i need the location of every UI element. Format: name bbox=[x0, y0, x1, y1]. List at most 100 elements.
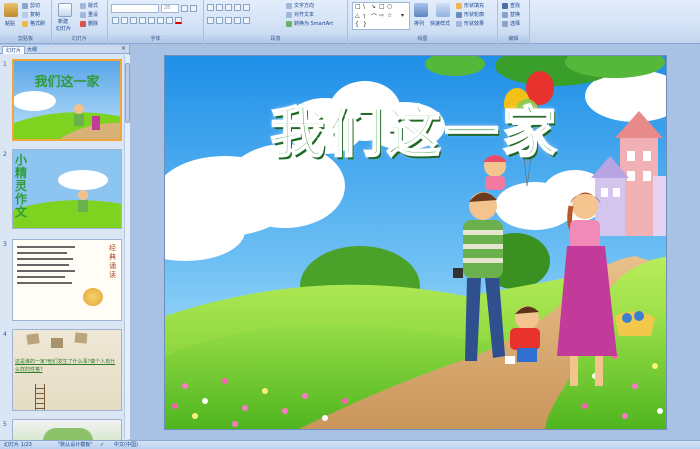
new-slide-button-line2[interactable]: 幻灯片 bbox=[56, 25, 71, 32]
replace-button[interactable]: 替换 bbox=[502, 11, 520, 18]
slide-4-photo-3 bbox=[74, 332, 88, 344]
format-painter-button[interactable]: 格式刷 bbox=[22, 20, 45, 27]
paragraph-group: 文字方向 对齐文本 转换为 SmartArt 段落 bbox=[204, 0, 348, 44]
increase-indent-icon[interactable] bbox=[234, 4, 241, 11]
cut-button[interactable]: 剪切 bbox=[22, 2, 40, 9]
new-slide-button[interactable]: 新建 bbox=[58, 18, 68, 25]
find-button[interactable]: 查找 bbox=[502, 2, 520, 9]
drawing-group: □ \ ↘ □ ○ △ ┐ ⌒ ⇨ ☆ { } ▾ 排列 快速样式 形状填充 形… bbox=[348, 0, 498, 44]
slide-thumbnail-5[interactable] bbox=[12, 419, 122, 440]
slide-counter: 幻灯片 1/23 bbox=[4, 442, 32, 448]
cursor-icon bbox=[502, 20, 508, 27]
justify-icon[interactable] bbox=[234, 17, 241, 24]
rectangle-shape-icon[interactable]: □ bbox=[355, 3, 361, 10]
tab-outline[interactable]: 大纲 bbox=[24, 46, 40, 54]
text-direction-button[interactable]: 文字方向 bbox=[286, 2, 314, 9]
curve-shape-icon[interactable]: ⌒ bbox=[371, 12, 377, 21]
select-button[interactable]: 选择 bbox=[502, 20, 520, 27]
binoculars-icon bbox=[502, 2, 508, 9]
slides-group-label: 幻灯片 bbox=[52, 35, 107, 43]
brace-shape-icon[interactable]: { bbox=[355, 21, 359, 28]
spacing-icon[interactable] bbox=[157, 17, 164, 24]
smartart-button[interactable]: 转换为 SmartArt bbox=[286, 20, 333, 27]
shadow-icon[interactable] bbox=[148, 17, 155, 24]
slide-title[interactable]: 我们这一家 bbox=[165, 88, 666, 167]
layout-icon bbox=[80, 2, 86, 9]
slide-4-photo-1 bbox=[26, 333, 40, 345]
copy-icon bbox=[22, 11, 28, 18]
decrease-indent-icon[interactable] bbox=[225, 4, 232, 11]
bold-icon[interactable] bbox=[112, 17, 119, 24]
slide-canvas[interactable]: 我们这一家 bbox=[164, 55, 667, 430]
oval-shape-icon[interactable]: ○ bbox=[387, 3, 392, 10]
numbering-icon[interactable] bbox=[216, 4, 223, 11]
slide-4-photo-2 bbox=[51, 338, 63, 348]
bracket-shape-icon[interactable]: } bbox=[363, 21, 367, 28]
align-left-icon[interactable] bbox=[207, 17, 214, 24]
smartart-icon bbox=[286, 20, 292, 27]
rect2-shape-icon[interactable]: □ bbox=[379, 3, 385, 10]
tab-slides[interactable]: 幻灯片 bbox=[2, 46, 26, 54]
shape-effects-button[interactable]: 形状效果 bbox=[456, 20, 484, 27]
delete-slide-button[interactable]: 删除 bbox=[80, 20, 98, 27]
slide-number: 5 bbox=[3, 421, 7, 428]
more-shapes-icon[interactable]: ▾ bbox=[401, 12, 404, 19]
ribbon: 粘贴 剪切 复制 格式刷 剪贴板 新建 幻灯片 版式 重设 删除 幻灯片 28 … bbox=[0, 0, 700, 44]
slide-thumbnail-2[interactable]: 小精灵作文 bbox=[12, 149, 122, 229]
star-shape-icon[interactable]: ☆ bbox=[387, 12, 392, 19]
align-text-button[interactable]: 对齐文本 bbox=[286, 11, 314, 18]
arrow-right-shape-icon[interactable]: ⇨ bbox=[379, 12, 384, 19]
thumbnail-scrollbar[interactable] bbox=[124, 55, 130, 439]
paragraph-group-label: 段落 bbox=[204, 35, 347, 43]
slide-thumbnail-3[interactable]: 经典诵读 bbox=[12, 239, 122, 321]
columns-icon[interactable] bbox=[243, 17, 250, 24]
reset-button[interactable]: 重设 bbox=[80, 11, 98, 18]
slide-thumbnail-1[interactable]: 我们这一家 bbox=[12, 59, 122, 141]
shape-outline-button[interactable]: 形状轮廓 bbox=[456, 11, 484, 18]
line-shape-icon[interactable]: \ bbox=[363, 3, 365, 10]
font-size-combo[interactable]: 28 bbox=[161, 4, 179, 13]
arrange-button[interactable]: 排列 bbox=[414, 20, 424, 27]
slide-3-flower-image bbox=[83, 288, 103, 306]
slide-3-side-title: 经典诵读 bbox=[109, 244, 116, 279]
triangle-shape-icon[interactable]: △ bbox=[355, 12, 360, 19]
line-spacing-icon[interactable] bbox=[243, 4, 250, 11]
shrink-font-icon[interactable] bbox=[190, 5, 197, 12]
scrollbar-thumb[interactable] bbox=[125, 63, 130, 123]
panel-tabs: 幻灯片 大纲 × bbox=[0, 45, 129, 54]
arrow-shape-icon[interactable]: ↘ bbox=[371, 3, 376, 10]
shapes-gallery[interactable]: □ \ ↘ □ ○ △ ┐ ⌒ ⇨ ☆ { } ▾ bbox=[352, 2, 410, 30]
slide-number: 2 bbox=[3, 151, 7, 158]
panel-close-icon[interactable]: × bbox=[121, 45, 126, 52]
strikethrough-icon[interactable] bbox=[139, 17, 146, 24]
spellcheck-icon[interactable]: ✓ bbox=[100, 441, 104, 449]
corner-shape-icon[interactable]: ┐ bbox=[363, 12, 367, 19]
clipboard-group-label: 剪贴板 bbox=[0, 35, 51, 43]
slide-3-text-lines bbox=[17, 246, 77, 288]
copy-button[interactable]: 复制 bbox=[22, 11, 40, 18]
layout-button[interactable]: 版式 bbox=[80, 2, 98, 9]
shape-fill-button[interactable]: 形状填充 bbox=[456, 2, 484, 9]
slide-number: 4 bbox=[3, 331, 7, 338]
font-color-icon[interactable] bbox=[175, 17, 182, 24]
paste-icon[interactable] bbox=[4, 3, 18, 17]
slide-thumbnail-4[interactable]: 这是谁的一家?他们发生了什么事?做个人有什么样的性格? bbox=[12, 329, 122, 411]
align-center-icon[interactable] bbox=[216, 17, 223, 24]
underline-icon[interactable] bbox=[130, 17, 137, 24]
new-slide-icon[interactable] bbox=[58, 3, 72, 17]
quick-styles-icon[interactable] bbox=[436, 3, 450, 17]
font-group-label: 字体 bbox=[108, 35, 203, 43]
bullets-icon[interactable] bbox=[207, 4, 214, 11]
quick-styles-button[interactable]: 快速样式 bbox=[430, 20, 450, 27]
scissors-icon bbox=[22, 2, 28, 9]
delete-icon bbox=[80, 20, 86, 27]
arrange-icon[interactable] bbox=[414, 3, 428, 17]
replace-icon bbox=[502, 11, 508, 18]
grow-font-icon[interactable] bbox=[181, 5, 188, 12]
paste-button[interactable]: 粘贴 bbox=[5, 20, 15, 27]
italic-icon[interactable] bbox=[121, 17, 128, 24]
change-case-icon[interactable] bbox=[166, 17, 173, 24]
font-name-combo[interactable] bbox=[111, 4, 159, 13]
align-right-icon[interactable] bbox=[225, 17, 232, 24]
slide-1-thumb-title: 我们这一家 bbox=[34, 75, 100, 90]
